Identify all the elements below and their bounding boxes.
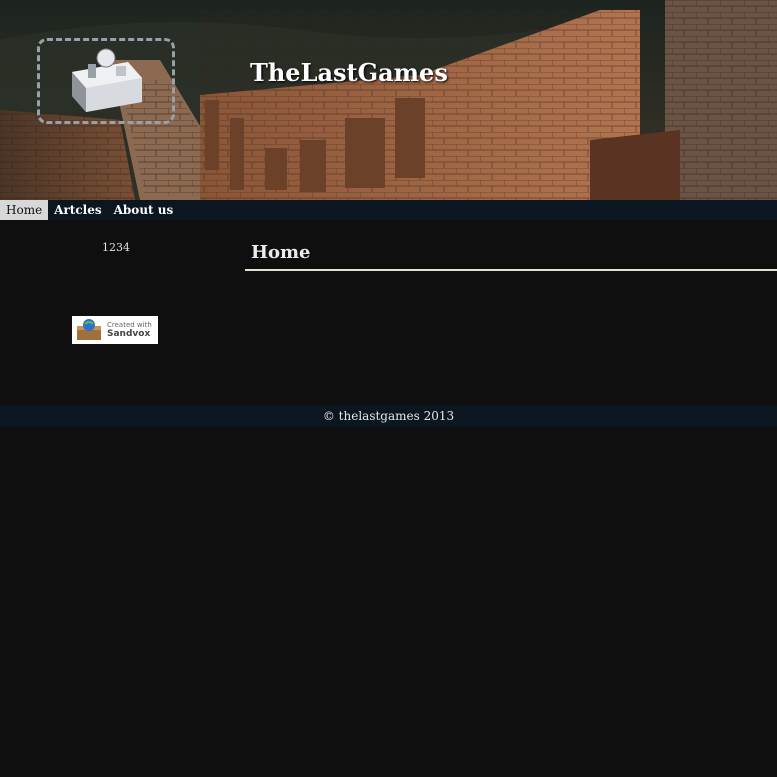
copyright-text: © thelastgames 2013 (322, 409, 455, 423)
title-underline (245, 269, 777, 271)
sandvox-icon (77, 319, 101, 340)
sandvox-badge[interactable]: Created with Sandvox (72, 316, 158, 344)
sidebar-text: 1234 (102, 241, 130, 254)
header-banner: TheLastGames (0, 0, 777, 200)
empty-area (0, 427, 777, 777)
page-content: 1234 Created with Sandvox Home (0, 220, 777, 405)
site-title[interactable]: TheLastGames (250, 58, 448, 87)
main-nav: Home Artcles About us (0, 200, 777, 220)
page-title: Home (251, 242, 311, 263)
nav-item-articles[interactable]: Artcles (48, 200, 107, 220)
badge-line2: Sandvox (107, 329, 151, 339)
footer: © thelastgames 2013 (0, 405, 777, 427)
nav-item-about-us[interactable]: About us (108, 200, 180, 220)
nav-item-home[interactable]: Home (0, 200, 49, 220)
logo-icon[interactable] (68, 44, 146, 116)
